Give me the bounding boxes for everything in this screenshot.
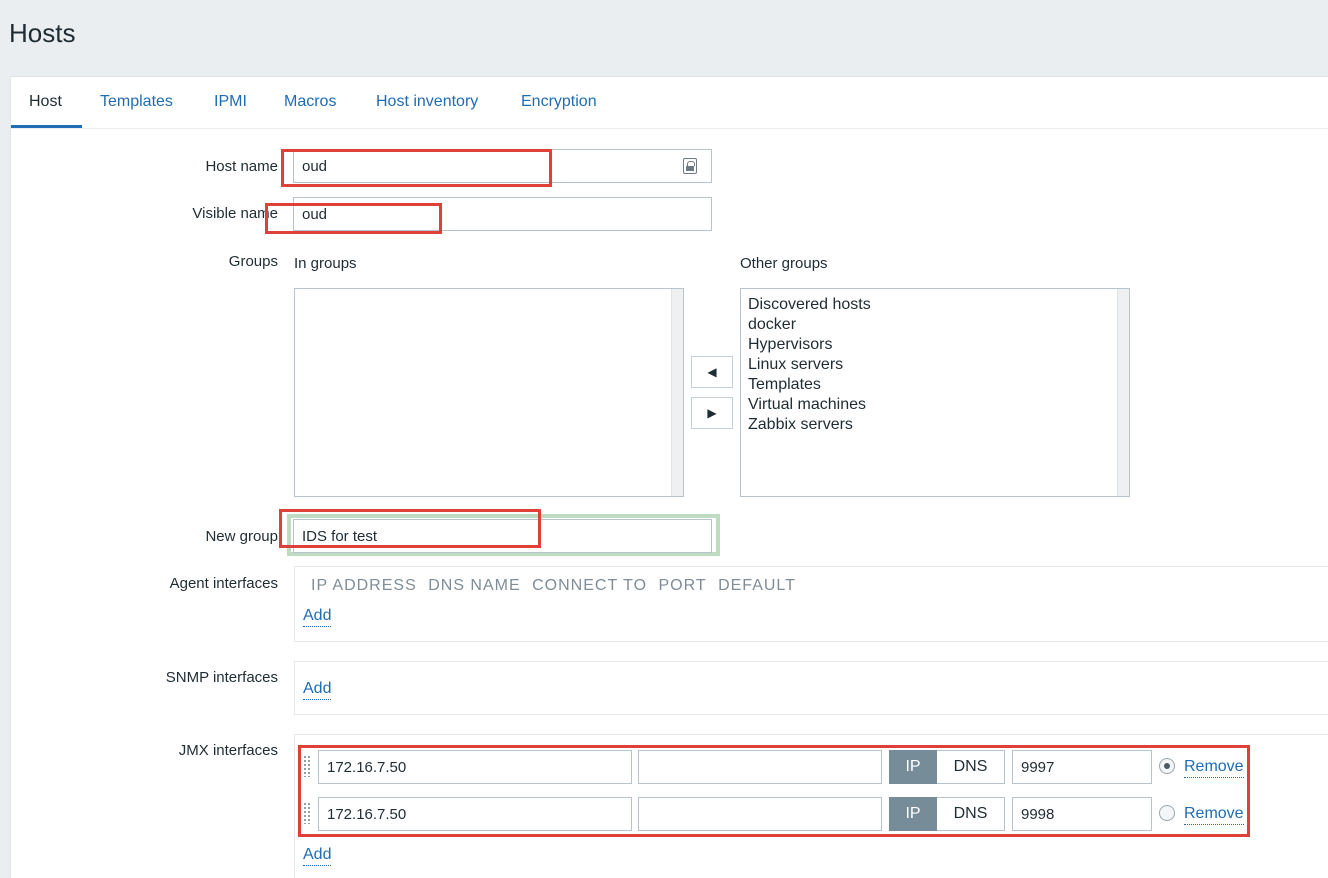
in-groups-scrollbar[interactable] xyxy=(671,289,683,496)
arrow-left-icon: ◀ xyxy=(707,365,717,379)
jmx-port-input[interactable] xyxy=(1012,797,1152,831)
add-snmp-interface-link[interactable]: Add xyxy=(303,679,332,700)
add-agent-interface-link[interactable]: Add xyxy=(303,606,332,627)
remove-link[interactable]: Remove xyxy=(1184,804,1244,825)
list-item[interactable]: Discovered hosts xyxy=(741,295,1129,315)
connect-dns-button[interactable]: DNS xyxy=(937,797,1005,831)
jmx-dns-input[interactable] xyxy=(638,797,882,831)
remove-link[interactable]: Remove xyxy=(1184,757,1244,778)
visible-name-label: Visible name xyxy=(192,205,278,222)
list-item[interactable]: Virtual machines xyxy=(741,395,1129,415)
new-group-label: New group xyxy=(205,528,278,545)
interface-column-headers: IP ADDRESS DNS NAME CONNECT TO PORT DEFA… xyxy=(311,577,802,595)
autofill-icon[interactable] xyxy=(683,158,697,174)
tab-bar: Host Templates IPMI Macros Host inventor… xyxy=(11,77,1328,129)
connect-ip-button[interactable]: IP xyxy=(889,797,937,831)
col-default: DEFAULT xyxy=(718,577,796,594)
default-radio[interactable] xyxy=(1159,758,1175,774)
col-ip-address: IP ADDRESS xyxy=(311,577,417,594)
new-group-input[interactable] xyxy=(293,519,712,553)
drag-handle-icon[interactable] xyxy=(303,755,311,777)
page-title: Hosts xyxy=(9,18,76,48)
connect-ip-button[interactable]: IP xyxy=(889,750,937,784)
add-jmx-interface-link[interactable]: Add xyxy=(303,845,332,866)
visible-name-input[interactable] xyxy=(293,197,712,231)
tab-host-inventory[interactable]: Host inventory xyxy=(376,93,478,111)
host-name-label: Host name xyxy=(205,158,278,175)
tab-ipmi[interactable]: IPMI xyxy=(214,93,247,111)
list-item[interactable]: Templates xyxy=(741,375,1129,395)
other-groups-label: Other groups xyxy=(740,255,828,272)
col-port: PORT xyxy=(658,577,707,594)
tab-macros[interactable]: Macros xyxy=(284,93,336,111)
col-connect-to: CONNECT TO xyxy=(532,577,648,594)
agent-interfaces-box: IP ADDRESS DNS NAME CONNECT TO PORT DEFA… xyxy=(294,566,1328,642)
jmx-dns-input[interactable] xyxy=(638,750,882,784)
jmx-connect-toggle: IP DNS xyxy=(889,797,1005,831)
snmp-interfaces-label: SNMP interfaces xyxy=(165,669,278,686)
move-right-button[interactable]: ▶ xyxy=(691,397,733,429)
connect-dns-button[interactable]: DNS xyxy=(937,750,1005,784)
col-dns-name: DNS NAME xyxy=(428,577,521,594)
other-groups-scrollbar[interactable] xyxy=(1117,289,1129,496)
in-groups-list[interactable] xyxy=(294,288,684,497)
arrow-right-icon: ▶ xyxy=(707,406,717,420)
jmx-connect-toggle: IP DNS xyxy=(889,750,1005,784)
host-name-input[interactable] xyxy=(293,149,712,183)
active-tab-indicator xyxy=(11,125,82,128)
jmx-port-input[interactable] xyxy=(1012,750,1152,784)
list-item[interactable]: Hypervisors xyxy=(741,335,1129,355)
tab-encryption[interactable]: Encryption xyxy=(521,93,597,111)
move-left-button[interactable]: ◀ xyxy=(691,356,733,388)
tab-templates[interactable]: Templates xyxy=(100,93,173,111)
default-radio[interactable] xyxy=(1159,805,1175,821)
jmx-ip-input[interactable] xyxy=(318,797,632,831)
jmx-ip-input[interactable] xyxy=(318,750,632,784)
jmx-interfaces-box: IP DNS Remove IP DNS Remove Add xyxy=(294,734,1328,878)
list-item[interactable]: docker xyxy=(741,315,1129,335)
jmx-interfaces-label: JMX interfaces xyxy=(178,742,278,759)
agent-interfaces-label: Agent interfaces xyxy=(169,575,278,592)
list-item[interactable]: Linux servers xyxy=(741,355,1129,375)
groups-label: Groups xyxy=(228,253,278,270)
other-groups-list[interactable]: Discovered hosts docker Hypervisors Linu… xyxy=(740,288,1130,497)
host-form-panel: Host Templates IPMI Macros Host inventor… xyxy=(10,76,1328,878)
tab-host[interactable]: Host xyxy=(29,93,62,111)
list-item[interactable]: Zabbix servers xyxy=(741,415,1129,435)
snmp-interfaces-box: Add xyxy=(294,661,1328,715)
in-groups-label: In groups xyxy=(294,255,357,272)
drag-handle-icon[interactable] xyxy=(303,802,311,824)
